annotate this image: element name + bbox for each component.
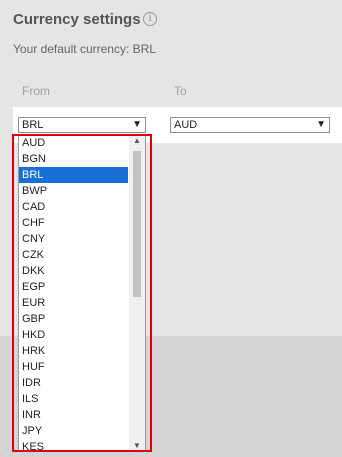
- info-icon[interactable]: i: [143, 12, 157, 26]
- from-label: From: [22, 84, 50, 98]
- from-currency-select[interactable]: BRL ▼: [18, 117, 146, 133]
- to-currency-value: AUD: [174, 119, 198, 131]
- to-label: To: [174, 84, 187, 98]
- chevron-down-icon: ▼: [132, 119, 142, 130]
- from-currency-value: BRL: [22, 119, 44, 131]
- to-currency-select[interactable]: AUD ▼: [170, 117, 330, 133]
- default-currency-text: Your default currency: BRL: [13, 42, 156, 56]
- chevron-down-icon: ▼: [316, 119, 326, 130]
- highlight-box: [12, 134, 152, 452]
- page-title: Currency settings: [13, 11, 141, 28]
